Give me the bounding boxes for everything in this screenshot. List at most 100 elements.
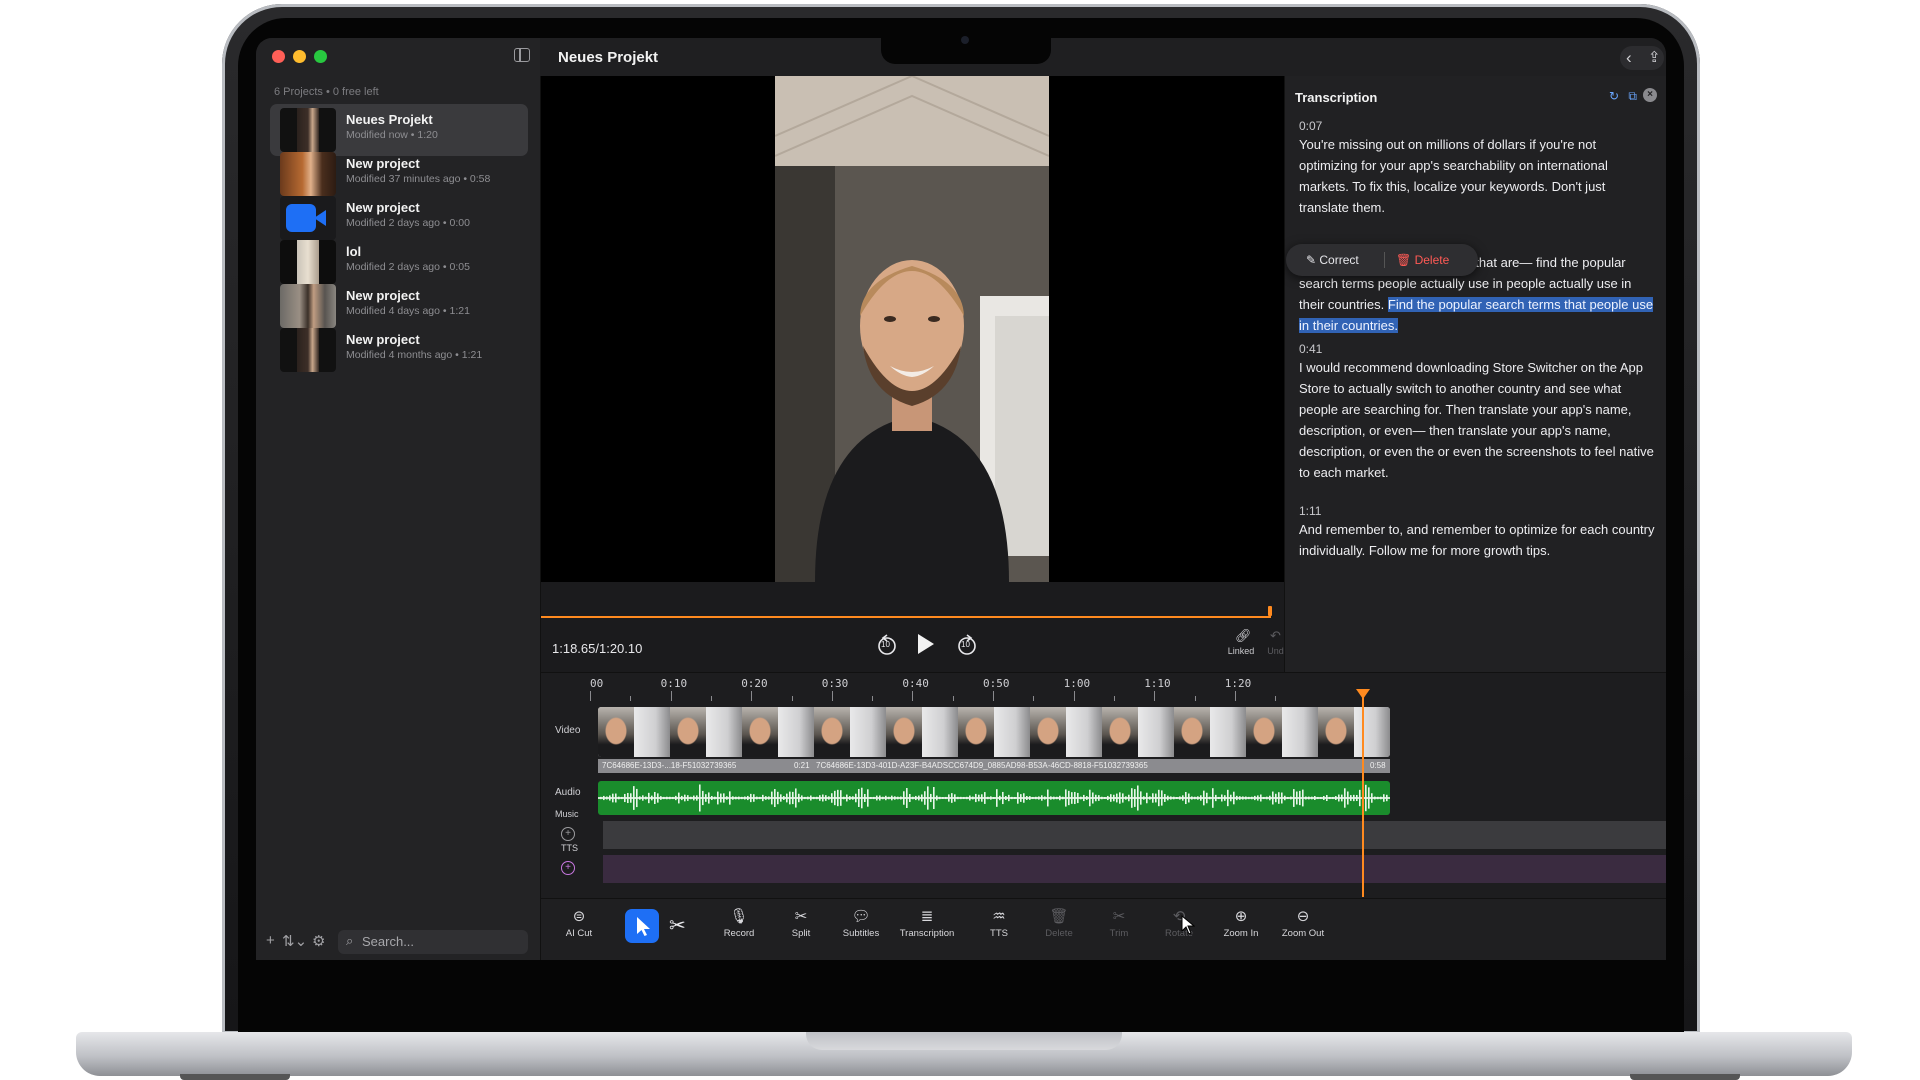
waveform-bar	[1047, 789, 1049, 807]
tts-button[interactable]: ♒︎ TTS	[969, 907, 1029, 939]
zoom-window-button[interactable]	[314, 50, 327, 63]
minimize-window-button[interactable]	[293, 50, 306, 63]
ruler-tick	[1275, 696, 1277, 701]
subtitles-button[interactable]: 💬︎ Subtitles	[831, 907, 891, 939]
waveform-bar	[1161, 790, 1163, 806]
trim-button[interactable]: ✂ Trim	[1089, 907, 1149, 939]
record-button[interactable]: 🎙︎ Record	[709, 907, 769, 939]
ruler-tick	[630, 696, 632, 701]
waveform-bar	[1176, 796, 1178, 800]
waveform-bar	[891, 795, 893, 801]
waveform-bar	[1320, 796, 1322, 800]
ruler-tick	[1073, 691, 1075, 701]
project-meta: Modified now • 1:20	[346, 129, 438, 141]
waveform-bar	[975, 793, 977, 803]
video-track[interactable]	[598, 707, 1390, 757]
mouse-cursor-icon	[1181, 915, 1195, 935]
waveform-bar	[864, 794, 866, 802]
select-tool-button[interactable]	[625, 909, 659, 943]
waveform-bar	[702, 790, 704, 806]
split-button[interactable]: ✂ Split	[771, 907, 831, 939]
close-panel-icon[interactable]: ×	[1643, 88, 1657, 102]
waveform-bar	[606, 796, 608, 800]
waveform-bar	[798, 793, 800, 803]
zoom-out-button[interactable]: ⊖ Zoom Out	[1273, 907, 1333, 939]
timeline[interactable]: 00 0:10 0:20 0:30 0:40 0:50 1:00 1:10 1:20 Video…	[541, 672, 1666, 898]
video-preview[interactable]	[541, 76, 1284, 582]
waveform-bar	[1143, 796, 1145, 800]
skip-back-button[interactable]: 10	[876, 634, 898, 661]
video-track-label: Video	[555, 725, 581, 736]
waveform-bar	[1356, 794, 1358, 802]
sort-icon[interactable]: ⇅⌄	[282, 932, 307, 950]
add-music-icon[interactable]: +	[561, 827, 575, 841]
settings-gear-icon[interactable]: ⚙	[312, 932, 325, 950]
waveform-bar	[753, 794, 755, 802]
waveform-bar	[1365, 784, 1367, 812]
ruler-label: 0:30	[821, 677, 849, 690]
delete-tool-button[interactable]: 🗑︎ Delete	[1029, 907, 1089, 939]
ai-cut-button[interactable]: ⊜ AI Cut	[549, 907, 609, 939]
playhead[interactable]	[1361, 697, 1364, 897]
undo-icon: ↶	[1270, 628, 1281, 643]
refresh-icon[interactable]: ↻	[1609, 89, 1619, 103]
copy-icon[interactable]: ⧉	[1628, 89, 1637, 104]
music-track[interactable]	[603, 821, 1666, 849]
project-item[interactable]: New project Modified 4 months ago • 1:21	[270, 324, 528, 376]
waveform-bar	[951, 793, 953, 803]
tts-track[interactable]	[603, 855, 1666, 883]
transcription-button[interactable]: ≣ Transcription	[897, 907, 957, 939]
waveform-bar	[804, 796, 806, 800]
waveform-bar	[1341, 794, 1343, 802]
waveform-bar	[1089, 789, 1091, 807]
waveform-bar	[609, 795, 611, 801]
waveform-bar	[1305, 796, 1307, 800]
waveform-bar	[786, 793, 788, 803]
waveform-bar	[1242, 796, 1244, 800]
scrubber-bar[interactable]	[541, 616, 1271, 618]
add-project-icon[interactable]: +	[266, 932, 275, 949]
waveform-bar	[678, 792, 680, 804]
scrubber-handle[interactable]	[1268, 606, 1272, 616]
segment-text[interactable]: You're missing out on millions of dollar…	[1299, 134, 1657, 218]
audio-track[interactable]	[598, 781, 1390, 815]
waveform-bar	[1281, 792, 1283, 804]
waveform-bar	[996, 789, 998, 807]
waveform-bar	[954, 794, 956, 802]
waveform-bar	[714, 796, 716, 800]
rotate-button[interactable]: ⟲ Rotate	[1149, 907, 1209, 939]
waveform-bar	[1173, 796, 1175, 800]
cut-tool-scissors-icon[interactable]: ✂	[669, 913, 686, 938]
segment-text[interactable]: And remember to, and remember to optimiz…	[1299, 519, 1657, 561]
laptop-foot-right	[1630, 1074, 1740, 1080]
waveform-bar	[1200, 795, 1202, 801]
waveform-bar	[1293, 789, 1295, 807]
filmstrip-frame	[1066, 707, 1102, 757]
waveform-bar	[1038, 796, 1040, 800]
waveform-bar	[879, 795, 881, 801]
share-icon[interactable]: ⇪	[1648, 48, 1661, 66]
delete-button[interactable]: 🗑︎ Delete	[1396, 253, 1449, 267]
waveform-bar	[1050, 796, 1052, 800]
skip-forward-button[interactable]: 10	[956, 634, 978, 661]
trash-icon: 🗑︎	[1396, 253, 1415, 267]
sidebar-toggle-icon[interactable]	[514, 48, 530, 62]
ruler-tick	[1033, 696, 1035, 701]
audio-waveform	[598, 784, 1390, 812]
ruler-tick	[1113, 696, 1115, 701]
play-button[interactable]	[914, 632, 936, 661]
waveform-bar	[1026, 796, 1028, 800]
add-tts-icon[interactable]: +	[561, 861, 575, 875]
close-window-button[interactable]	[272, 50, 285, 63]
correct-button[interactable]: ✎ Correct	[1306, 253, 1359, 267]
microphone-icon: 🎙︎	[729, 908, 749, 925]
search-icon: ⌕	[346, 933, 354, 948]
waveform-bar	[1194, 796, 1196, 800]
waveform-bar	[960, 796, 962, 800]
back-chevron-icon[interactable]: ‹	[1626, 48, 1632, 68]
segment-text[interactable]: I would recommend downloading Store Swit…	[1299, 357, 1657, 483]
clip-name: 7C64686E-13D3-401D-A23F-B4ADSCC674D9_088…	[816, 761, 1148, 770]
waveform-bar	[726, 796, 728, 800]
search-field[interactable]: ⌕ Search...	[338, 930, 528, 954]
zoom-in-button[interactable]: ⊕ Zoom In	[1211, 907, 1271, 939]
